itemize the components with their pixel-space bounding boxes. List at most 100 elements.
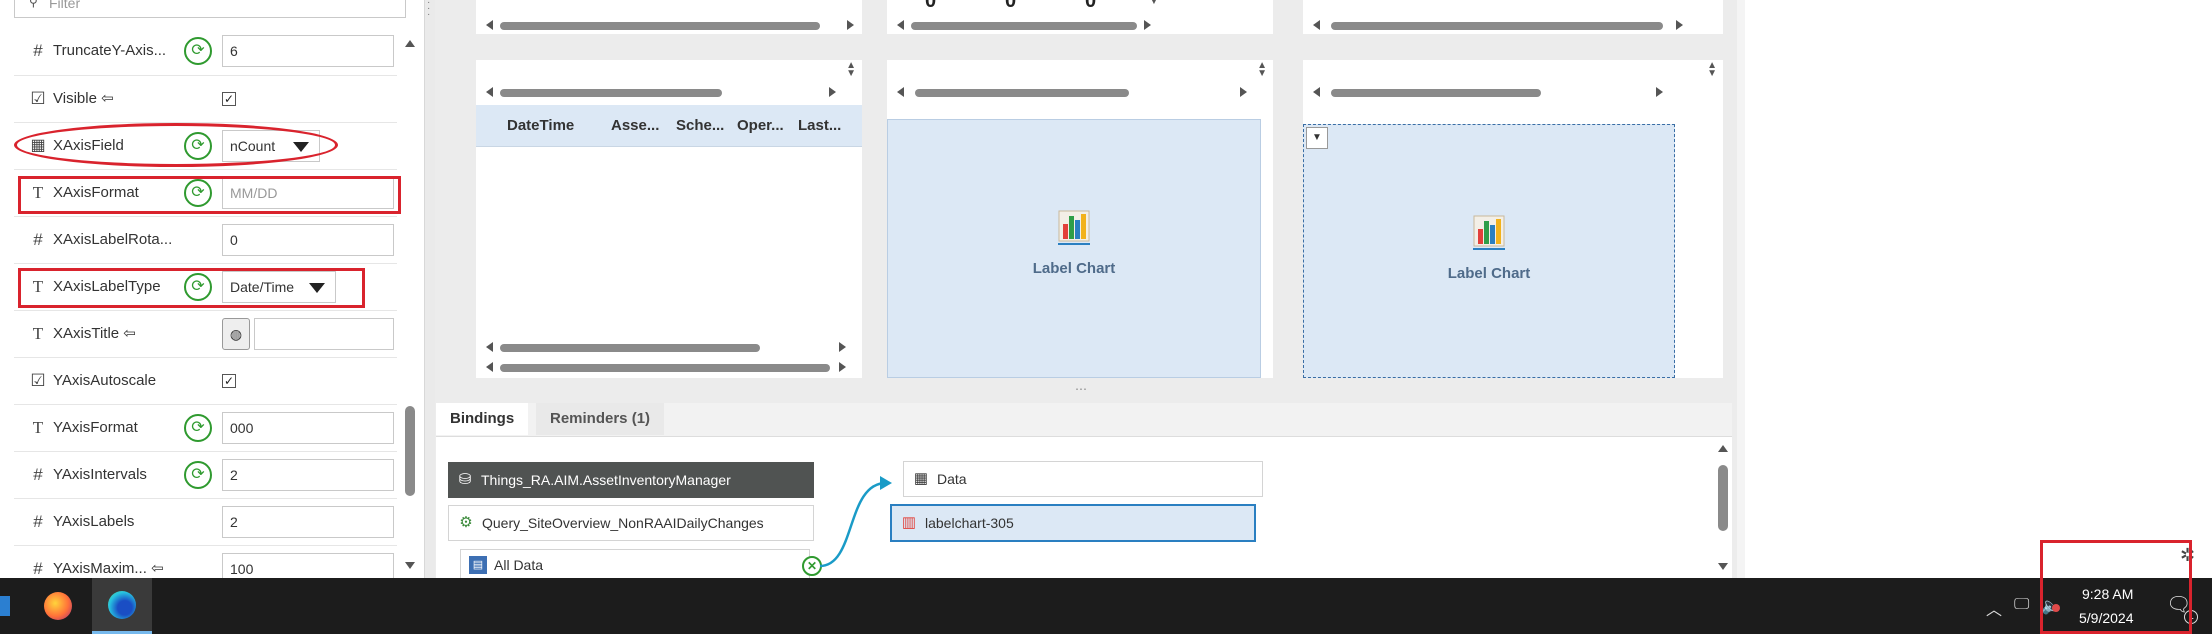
visible-checkbox[interactable]: ✓ <box>222 92 236 106</box>
target-data[interactable]: ▦ Data <box>903 461 1263 497</box>
all-data-label: All Data <box>494 557 544 573</box>
top-panel-middle: 0 0 0 ▼ <box>887 0 1273 34</box>
target-chart-widget[interactable]: ▥ labelchart-305 <box>890 504 1256 542</box>
scroll-left-icon[interactable] <box>897 87 904 97</box>
scroll-right-icon[interactable] <box>1656 87 1663 97</box>
scrollbar-thumb[interactable] <box>1331 22 1663 30</box>
scrollbar-thumb[interactable] <box>500 22 820 30</box>
scrollbar-thumb[interactable] <box>915 89 1129 97</box>
chart-panel-2: ▲ ▼ ▼ Label Chart <box>1303 60 1723 378</box>
property-value-input[interactable]: 0 <box>222 224 394 256</box>
sort-arrows-icon[interactable]: ▲ ▼ <box>846 61 856 79</box>
scroll-left-icon[interactable] <box>1313 87 1320 97</box>
bindings-scrollbar[interactable] <box>1716 443 1730 575</box>
localization-globe-icon[interactable]: ◍ <box>222 318 250 350</box>
thing-name: Things_RA.AIM.AssetInventoryManager <box>481 472 731 488</box>
property-value-input[interactable]: 000 <box>222 412 394 444</box>
scroll-right-icon[interactable] <box>839 342 846 352</box>
scroll-left-icon[interactable] <box>486 20 493 30</box>
column-header-schedule[interactable]: Sche... <box>676 105 724 147</box>
panel-splitter[interactable]: · · · <box>425 0 435 578</box>
target-data-label: Data <box>937 471 967 487</box>
table-icon: ▦ <box>913 470 929 487</box>
scroll-left-icon[interactable] <box>486 87 493 97</box>
thing-source[interactable]: ⛁ Things_RA.AIM.AssetInventoryManager <box>448 462 814 498</box>
scroll-up-icon[interactable] <box>1718 445 1728 452</box>
horizontal-scrollbar[interactable] <box>486 85 836 99</box>
horizontal-scrollbar[interactable] <box>486 360 846 374</box>
scroll-left-icon[interactable] <box>486 342 493 352</box>
edge-app-active[interactable] <box>92 578 152 634</box>
horizontal-scrollbar[interactable] <box>1313 18 1683 32</box>
column-header-operation[interactable]: Oper... <box>737 105 784 147</box>
property-row-yaxisformat: T YAxisFormat ⟳ 000 <box>0 404 405 451</box>
scrollbar-thumb[interactable] <box>911 22 1137 30</box>
number-icon: # <box>33 41 43 60</box>
scroll-right-icon[interactable] <box>847 20 854 30</box>
number-icon: # <box>33 512 43 531</box>
horizontal-scrollbar[interactable] <box>897 85 1247 99</box>
database-icon: ⛁ <box>458 471 472 488</box>
property-value-input[interactable]: 2 <box>222 459 394 491</box>
scrollbar-thumb[interactable] <box>500 364 830 372</box>
column-header-last[interactable]: Last... <box>798 105 841 147</box>
scroll-down-icon[interactable] <box>1718 563 1728 570</box>
label-chart-widget-2[interactable]: ▼ Label Chart <box>1303 124 1675 378</box>
scroll-right-icon[interactable] <box>839 362 846 372</box>
chevron-up-icon[interactable]: ︿ <box>1986 596 2002 620</box>
tab-bindings[interactable]: Bindings <box>436 403 529 435</box>
property-value-input[interactable]: 6 <box>222 35 394 67</box>
property-row-yaxislabels: # YAxisLabels 2 <box>0 498 405 545</box>
scroll-right-icon[interactable] <box>1676 20 1683 30</box>
scroll-up-icon[interactable] <box>405 40 415 47</box>
horizontal-scrollbar[interactable] <box>486 340 846 354</box>
resize-grip-icon[interactable]: ⋯ <box>1075 382 1088 396</box>
scrollbar-thumb[interactable] <box>1718 465 1728 531</box>
scroll-left-icon[interactable] <box>486 362 493 372</box>
horizontal-scrollbar[interactable] <box>486 18 854 32</box>
scroll-right-icon[interactable] <box>829 87 836 97</box>
property-value-input[interactable]: 2 <box>222 506 394 538</box>
scroll-left-icon[interactable] <box>1313 20 1320 30</box>
filter-box[interactable]: ⚲ Filter <box>14 0 406 18</box>
reset-icon[interactable]: ⟳ <box>184 414 212 442</box>
scroll-right-icon[interactable] <box>1144 20 1151 30</box>
horizontal-scrollbar[interactable] <box>1313 85 1663 99</box>
dropdown-arrow-icon[interactable]: ▼ <box>1149 0 1159 7</box>
property-label: YAxisAutoscale <box>53 372 157 389</box>
scroll-left-icon[interactable] <box>897 20 904 30</box>
column-header-datetime[interactable]: DateTime <box>507 105 574 147</box>
scrollbar-thumb[interactable] <box>1331 89 1541 97</box>
column-header-asset[interactable]: Asse... <box>611 105 659 147</box>
tab-reminders[interactable]: Reminders (1) <box>536 403 665 435</box>
all-data-output[interactable]: ▤ All Data <box>460 549 810 579</box>
sort-arrows-icon[interactable]: ▲ ▼ <box>1257 61 1267 79</box>
query-service[interactable]: ⚙ Query_SiteOverview_NonRAAIDailyChanges <box>448 505 814 541</box>
scrollbar-thumb[interactable] <box>500 344 760 352</box>
scrollbar-thumb[interactable] <box>500 89 722 97</box>
properties-panel: ⚲ Filter # TruncateY-Axis... ⟳ 6 ☑ Visib… <box>0 0 425 585</box>
chart-panel-1: ▲ ▼ Label Chart <box>887 60 1273 378</box>
property-row-yaxisautoscale: ☑ YAxisAutoscale ✓ <box>0 357 405 404</box>
empty-workspace <box>1745 0 2212 578</box>
yaxisautoscale-checkbox[interactable]: ✓ <box>222 374 236 388</box>
start-button-icon[interactable] <box>0 596 10 616</box>
scroll-down-icon[interactable] <box>405 562 415 569</box>
number-icon: # <box>33 465 43 484</box>
label-chart-widget-1[interactable]: Label Chart <box>887 119 1261 378</box>
property-row-xaxislabelrotation: # XAxisLabelRota... 0 <box>0 216 405 263</box>
scrollbar-thumb[interactable] <box>405 406 415 496</box>
filter-input[interactable]: Filter <box>49 0 80 11</box>
horizontal-scrollbar[interactable] <box>897 18 1151 32</box>
property-row-visible: ☑ Visible ⇦ ✓ <box>0 75 405 122</box>
reset-icon[interactable]: ⟳ <box>184 461 212 489</box>
properties-scrollbar[interactable] <box>403 38 417 574</box>
sort-arrows-icon[interactable]: ▲ ▼ <box>1707 61 1717 79</box>
splitter-grip-icon: · · · <box>427 0 431 20</box>
xaxistitle-input[interactable] <box>254 318 394 350</box>
reset-icon[interactable]: ⟳ <box>184 37 212 65</box>
firefox-app-icon[interactable] <box>44 592 72 620</box>
scroll-right-icon[interactable] <box>1240 87 1247 97</box>
network-icon[interactable]: 🖵 <box>2014 596 2029 614</box>
widget-menu-dropdown-icon[interactable]: ▼ <box>1306 127 1328 149</box>
